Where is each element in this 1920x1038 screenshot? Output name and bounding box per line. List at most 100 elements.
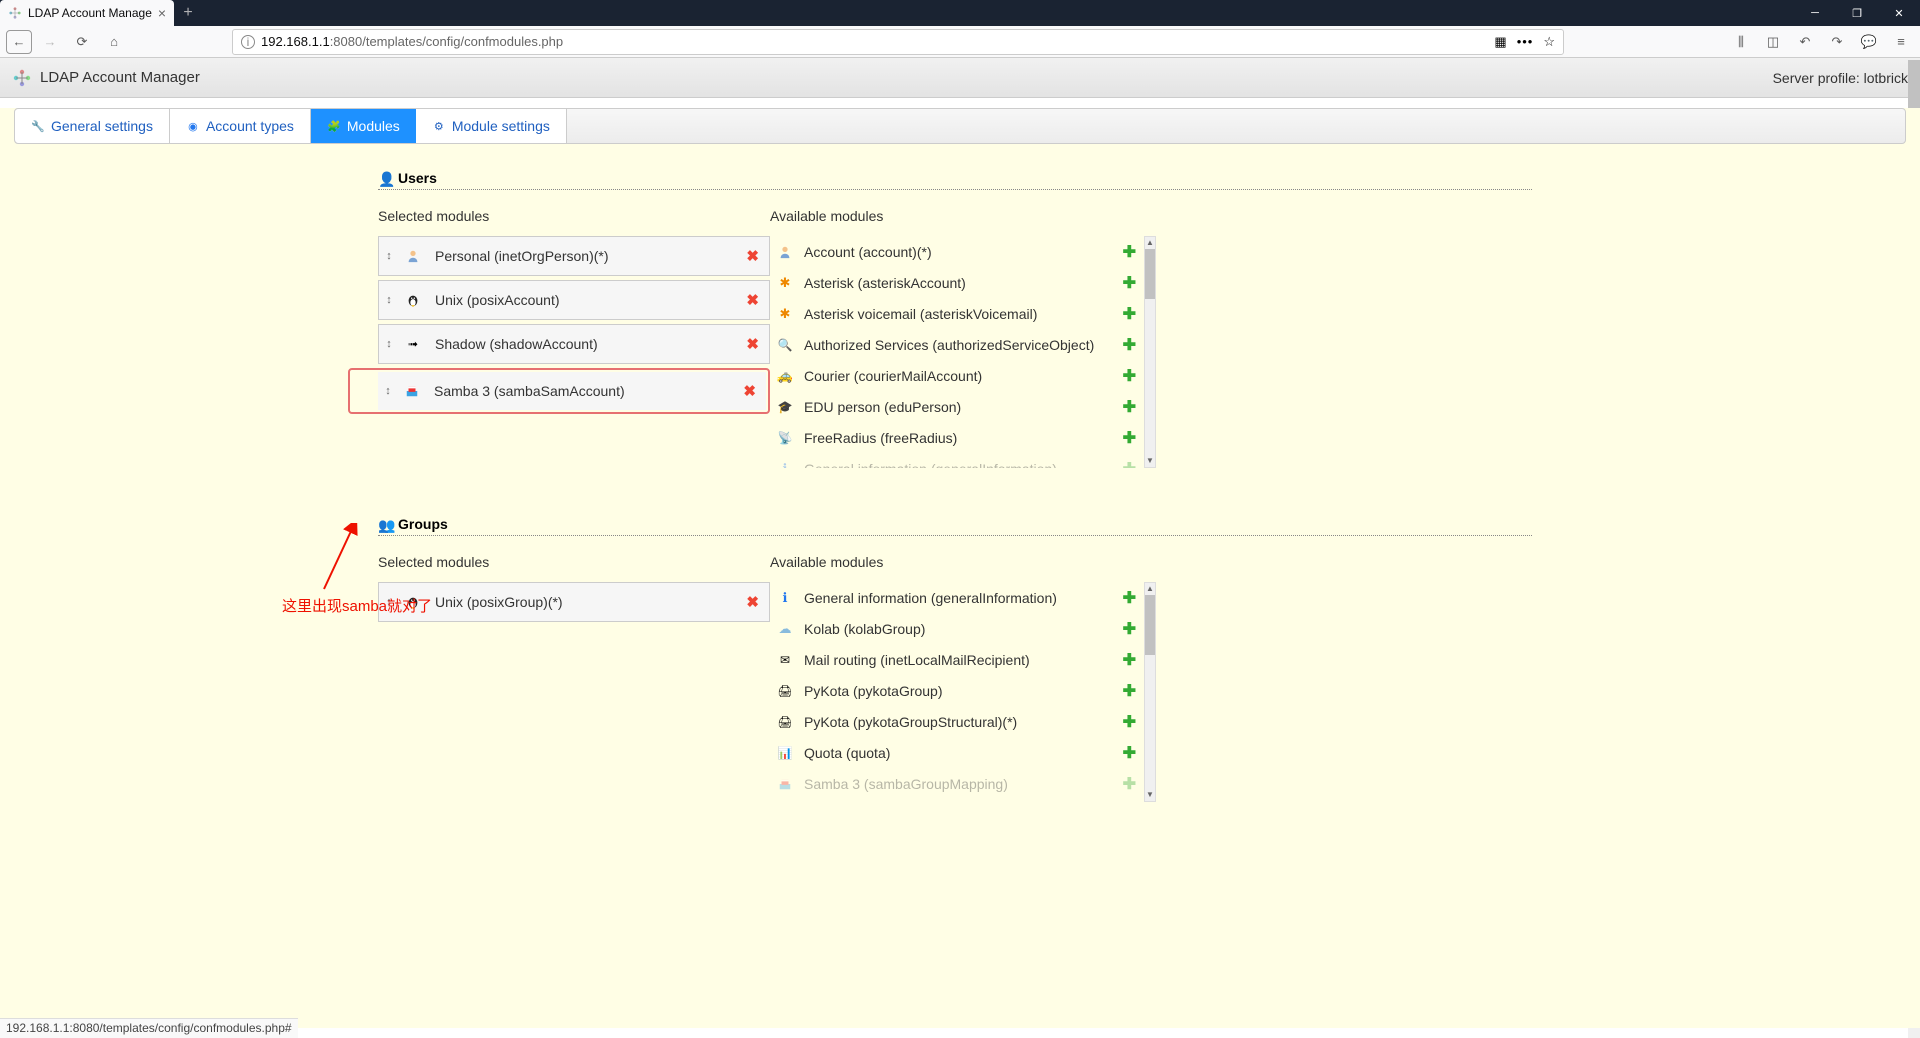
annotation-text: 这里出现samba就对了: [282, 595, 432, 616]
selected-module-row: ↕Unix (posixGroup)(*)✖: [378, 582, 770, 622]
available-module-row: ✱ Asterisk (asteriskAccount)✚: [770, 267, 1140, 298]
redo-icon[interactable]: ↷: [1824, 29, 1850, 55]
module-label: Mail routing (inetLocalMailRecipient): [804, 652, 1123, 668]
close-button[interactable]: ✕: [1878, 0, 1920, 26]
available-module-row: 🔍 Authorized Services (authorizedServiceO…: [770, 329, 1140, 360]
add-module-button[interactable]: ✚: [1123, 242, 1136, 262]
selected-modules-header: Selected modules: [378, 554, 770, 570]
reload-button[interactable]: ⟳: [68, 29, 96, 55]
add-module-button[interactable]: ✚: [1123, 619, 1136, 639]
drag-handle-icon[interactable]: ↕: [379, 338, 399, 350]
qr-icon[interactable]: ▦: [1494, 34, 1506, 50]
user-icon: 👤: [378, 171, 392, 185]
available-module-row: ☁Kolab (kolabGroup)✚: [770, 613, 1140, 644]
available-users-scrollbar[interactable]: ▲ ▼: [1144, 236, 1156, 468]
library-icon[interactable]: ⫼: [1728, 29, 1754, 55]
drag-handle-icon[interactable]: ↕: [379, 294, 399, 306]
tab-general-settings[interactable]: 🔧General settings: [15, 109, 170, 143]
tab-account-types[interactable]: ◉Account types: [170, 109, 311, 143]
add-module-button[interactable]: ✚: [1123, 304, 1136, 324]
status-bar: 192.168.1.1:8080/templates/config/confmo…: [0, 1018, 298, 1038]
module-icon: ℹ: [776, 590, 794, 606]
add-module-button[interactable]: ✚: [1123, 588, 1136, 608]
undo-icon[interactable]: ↶: [1792, 29, 1818, 55]
module-icon: ✉: [776, 652, 794, 668]
add-module-button[interactable]: ✚: [1123, 459, 1136, 469]
add-module-button[interactable]: ✚: [1123, 428, 1136, 448]
module-label: Kolab (kolabGroup): [804, 621, 1123, 637]
add-module-button[interactable]: ✚: [1123, 743, 1136, 763]
tab-module-settings[interactable]: ⚙Module settings: [416, 109, 567, 143]
module-label: Samba 3 (sambaGroupMapping): [804, 776, 1123, 792]
gear-icon: ⚙: [432, 119, 446, 133]
remove-module-button[interactable]: ✖: [746, 291, 759, 309]
new-tab-button[interactable]: +: [174, 0, 202, 26]
module-icon: 🖨: [776, 683, 794, 699]
add-module-button[interactable]: ✚: [1123, 397, 1136, 417]
url-bar[interactable]: i 192.168.1.1:8080/templates/config/conf…: [232, 29, 1564, 55]
module-label: PyKota (pykotaGroup): [804, 683, 1123, 699]
tab-modules[interactable]: 🧩Modules: [311, 109, 416, 143]
remove-module-button[interactable]: ✖: [746, 593, 759, 611]
section-groups-title: 👥 Groups: [378, 516, 1532, 536]
module-label: General information (generalInformation): [804, 590, 1123, 606]
remove-module-button[interactable]: ✖: [746, 247, 759, 265]
add-module-button[interactable]: ✚: [1123, 774, 1136, 794]
module-icon: 📊: [776, 745, 794, 761]
module-icon: 🎓: [776, 399, 794, 415]
maximize-button[interactable]: ❐: [1836, 0, 1878, 26]
menu-icon[interactable]: ≡: [1888, 29, 1914, 55]
selected-module-row: ↕➟Shadow (shadowAccount)✖: [378, 324, 770, 364]
chat-icon[interactable]: 💬: [1856, 29, 1882, 55]
module-label: Samba 3 (sambaSamAccount): [434, 383, 625, 399]
bookmark-star-icon[interactable]: ☆: [1543, 34, 1555, 50]
url-text: 192.168.1.1:8080/templates/config/confmo…: [261, 34, 563, 49]
main-content: 🔧General settings ◉Account types 🧩Module…: [0, 108, 1920, 1028]
add-module-button[interactable]: ✚: [1123, 366, 1136, 386]
add-module-button[interactable]: ✚: [1123, 273, 1136, 293]
module-label: Personal (inetOrgPerson)(*): [435, 248, 609, 264]
browser-titlebar: LDAP Account Manager Con × + ─ ❐ ✕: [0, 0, 1920, 26]
module-icon: 🚕: [776, 368, 794, 384]
module-icon: 🔍: [776, 337, 794, 353]
home-button[interactable]: ⌂: [100, 29, 128, 55]
site-info-icon[interactable]: i: [241, 35, 255, 49]
section-users-title: 👤 Users: [378, 170, 1532, 190]
minimize-button[interactable]: ─: [1794, 0, 1836, 26]
drag-handle-icon[interactable]: ↕: [378, 385, 398, 397]
modules-icon: 🧩: [327, 119, 341, 133]
tab-close-icon[interactable]: ×: [158, 5, 166, 21]
module-icon: ✱: [776, 275, 794, 291]
add-module-button[interactable]: ✚: [1123, 650, 1136, 670]
wrench-icon: 🔧: [31, 119, 45, 133]
add-module-button[interactable]: ✚: [1123, 681, 1136, 701]
add-module-button[interactable]: ✚: [1123, 712, 1136, 732]
selected-module-row: ↕Unix (posixAccount)✖: [378, 280, 770, 320]
module-label: Authorized Services (authorizedServiceOb…: [804, 337, 1123, 353]
tab-title: LDAP Account Manager Con: [28, 6, 152, 20]
available-module-row: ℹ General information (generalInformation…: [770, 582, 1140, 613]
module-label: General information (generalInformation): [804, 461, 1123, 469]
server-profile: Server profile: lotbrick: [1773, 70, 1908, 86]
sidebar-icon[interactable]: ◫: [1760, 29, 1786, 55]
module-label: PyKota (pykotaGroupStructural)(*): [804, 714, 1123, 730]
browser-tab[interactable]: LDAP Account Manager Con ×: [0, 0, 174, 26]
available-groups-scrollbar[interactable]: ▲ ▼: [1144, 582, 1156, 802]
selected-modules-header: Selected modules: [378, 208, 770, 224]
add-module-button[interactable]: ✚: [1123, 335, 1136, 355]
module-icon: [402, 383, 422, 399]
module-icon: [403, 248, 423, 264]
forward-button[interactable]: →: [36, 29, 64, 55]
module-label: FreeRadius (freeRadius): [804, 430, 1123, 446]
remove-module-button[interactable]: ✖: [743, 382, 756, 400]
available-module-row: 🖨PyKota (pykotaGroupStructural)(*)✚: [770, 706, 1140, 737]
remove-module-button[interactable]: ✖: [746, 335, 759, 353]
module-label: Asterisk (asteriskAccount): [804, 275, 1123, 291]
available-modules-header: Available modules: [770, 208, 1156, 224]
module-label: Quota (quota): [804, 745, 1123, 761]
back-button[interactable]: ←: [6, 30, 32, 54]
drag-handle-icon[interactable]: ↕: [379, 250, 399, 262]
module-label: Courier (courierMailAccount): [804, 368, 1123, 384]
page-actions-icon[interactable]: •••: [1517, 34, 1534, 49]
available-module-row: 📊 Quota (quota)✚: [770, 737, 1140, 768]
